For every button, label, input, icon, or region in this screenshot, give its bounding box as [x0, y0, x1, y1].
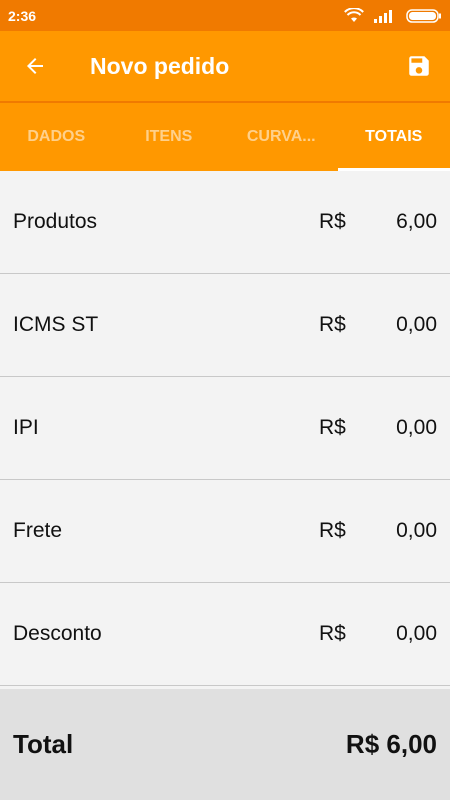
total-value: R$ 6,00	[345, 729, 437, 759]
row-value: 6,00	[396, 210, 437, 233]
wifi-icon	[344, 7, 364, 22]
row-currency: R$	[319, 416, 346, 439]
arrow-back-icon	[27, 58, 43, 74]
tab-dados[interactable]: DADOS	[0, 103, 113, 171]
signal-icon	[374, 9, 392, 23]
status-time: 2:36	[8, 7, 37, 24]
totals-row-ipi: IPI R$ 0,00	[0, 377, 450, 480]
row-value: 0,00	[396, 622, 437, 645]
row-currency: R$	[319, 313, 346, 336]
battery-icon	[406, 8, 441, 23]
app-toolbar: Novo pedido	[0, 31, 450, 101]
row-label: IPI	[13, 416, 39, 439]
row-currency: R$	[319, 210, 346, 233]
totals-row-produtos: Produtos R$ 6,00	[0, 171, 450, 274]
row-currency: R$	[319, 622, 346, 645]
row-value: 0,00	[396, 416, 437, 439]
totals-row-icms-st: ICMS ST R$ 0,00	[0, 274, 450, 377]
tab-bar: DADOS ITENS CURVA... TOTAIS	[0, 101, 450, 171]
row-label: ICMS ST	[13, 313, 99, 336]
row-label: Produtos	[13, 210, 98, 233]
total-row: Total R$ 6,00	[0, 689, 450, 800]
status-icons	[344, 7, 442, 24]
row-value: 0,00	[396, 313, 437, 336]
tab-totais[interactable]: TOTAIS	[337, 103, 450, 171]
row-label: Desconto	[13, 622, 102, 645]
page-title: Novo pedido	[90, 52, 230, 79]
total-label: Total	[13, 729, 74, 759]
row-value: 0,00	[396, 519, 437, 542]
save-icon	[409, 56, 429, 76]
totals-row-desconto: Desconto R$ 0,00	[0, 583, 450, 686]
row-label: Frete	[13, 519, 63, 542]
save-button[interactable]	[388, 31, 450, 101]
totals-row-frete: Frete R$ 0,00	[0, 480, 450, 583]
back-button[interactable]	[0, 31, 70, 101]
row-currency: R$	[319, 519, 346, 542]
status-bar: 2:36	[0, 0, 450, 31]
totals-list: Produtos R$ 6,00 ICMS ST R$ 0,00 IPI R$ …	[0, 171, 450, 686]
tab-itens[interactable]: ITENS	[113, 103, 226, 171]
tab-curva[interactable]: CURVA...	[225, 103, 338, 171]
